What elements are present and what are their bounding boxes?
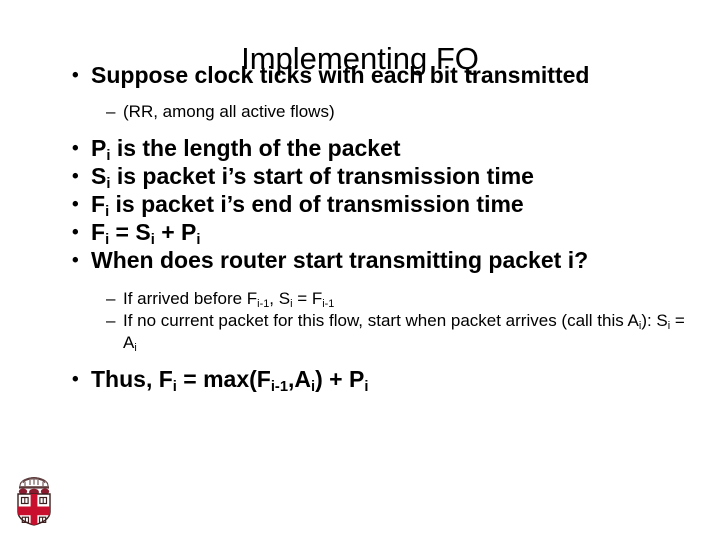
bullet-marker: •	[72, 166, 79, 187]
bullet-text: Si is packet i’s start of transmission t…	[91, 163, 534, 192]
bullet-text: Fi = Si + Pi	[91, 219, 201, 248]
bullet-item: • When does router start transmitting pa…	[72, 247, 692, 274]
bullet-marker: •	[72, 222, 79, 243]
bullet-item: • Fi is packet i’s end of transmission t…	[72, 191, 692, 220]
bullet-item: • Thus, Fi = max(Fi-1,Ai) + Pi	[72, 366, 692, 395]
bullet-text: Pi is the length of the packet	[91, 135, 401, 164]
bullet-marker: •	[72, 138, 79, 159]
slide-body: • Suppose clock ticks with each bit tran…	[72, 62, 692, 394]
bullet-item: • Suppose clock ticks with each bit tran…	[72, 62, 692, 89]
sub-bullet-marker: –	[106, 289, 116, 308]
sub-bullet-item: – If arrived before Fi-1, Si = Fi-1	[106, 288, 692, 310]
bullet-item: • Pi is the length of the packet	[72, 135, 692, 164]
bullet-text: Thus, Fi = max(Fi-1,Ai) + Pi	[91, 366, 369, 395]
bullet-text: Suppose clock ticks with each bit transm…	[91, 62, 590, 88]
bullet-marker: •	[72, 65, 79, 86]
sub-bullet-marker: –	[106, 311, 116, 330]
crest-icon	[17, 476, 51, 526]
brown-university-crest-logo	[12, 468, 56, 526]
sub-bullet-text: (RR, among all active flows)	[123, 102, 335, 121]
sub-bullet-item: – (RR, among all active flows)	[106, 101, 692, 123]
slide-canvas: Implementing FQ • Suppose clock ticks wi…	[0, 0, 720, 540]
bullet-marker: •	[72, 369, 79, 390]
bullet-item: • Fi = Si + Pi	[72, 219, 692, 248]
bullet-item: • Si is packet i’s start of transmission…	[72, 163, 692, 192]
bullet-text: Fi is packet i’s end of transmission tim…	[91, 191, 524, 220]
sub-bullet-text: If arrived before Fi-1, Si = Fi-1	[123, 289, 335, 310]
sub-bullet-marker: –	[106, 102, 116, 121]
bullet-text: When does router start transmitting pack…	[91, 247, 589, 273]
bullet-marker: •	[72, 250, 79, 271]
sub-bullet-text: If no current packet for this flow, star…	[123, 311, 685, 354]
bullet-marker: •	[72, 194, 79, 215]
sub-bullet-item: – If no current packet for this flow, st…	[106, 310, 692, 354]
